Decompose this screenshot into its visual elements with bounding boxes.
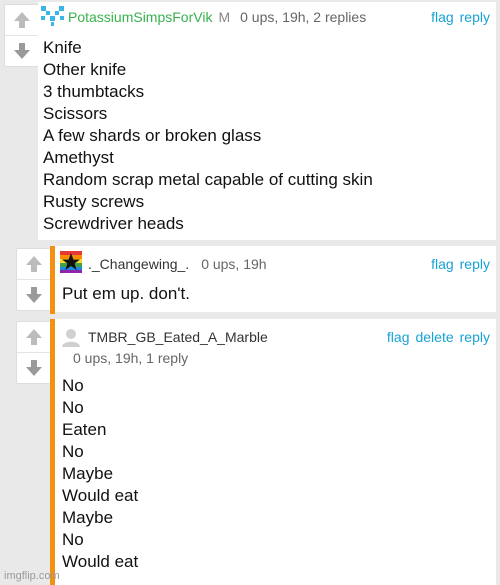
- downvote-button[interactable]: [17, 279, 51, 310]
- flag-link[interactable]: flag: [431, 256, 454, 272]
- comment-line: No: [62, 376, 84, 395]
- comment-line: A few shards or broken glass: [43, 126, 262, 145]
- comment-line: 3 thumbtacks: [43, 82, 145, 101]
- comment-line: No: [62, 530, 84, 549]
- default-avatar-icon: [62, 329, 80, 347]
- downvote-button[interactable]: [5, 35, 39, 66]
- up-arrow-icon: [14, 12, 30, 28]
- comment-line: Maybe: [62, 508, 114, 527]
- comment-meta: 0 ups, 19h, 1 reply: [73, 350, 189, 366]
- up-arrow-icon: [26, 256, 42, 272]
- comment-line: Random scrap metal capable of cutting sk…: [43, 170, 373, 189]
- comment-text: No No Eaten No Maybe Would eat Maybe No …: [62, 375, 138, 573]
- comment-line: Maybe: [62, 464, 114, 483]
- comment-text: Knife Other knife 3 thumbtacks Scissors …: [43, 37, 373, 235]
- reply-link[interactable]: reply: [460, 256, 490, 272]
- comment-2: ._Changewing_. 0 ups, 19h flag reply Put e…: [0, 246, 500, 314]
- mod-badge: M: [218, 9, 231, 25]
- comment-line: Amethyst: [43, 148, 114, 167]
- user-avatar-icon: [41, 6, 64, 26]
- comment-line: Eaten: [62, 420, 107, 439]
- user-avatar-icon: [60, 251, 82, 273]
- comment-body: PotassiumSimpsForVik M 0 ups, 19h, 2 repli…: [38, 2, 496, 240]
- comment-line: Screwdriver heads: [43, 214, 184, 233]
- down-arrow-icon: [14, 43, 30, 59]
- downvote-button[interactable]: [17, 352, 51, 383]
- comment-line: Knife: [43, 38, 82, 57]
- comment-line: Scissors: [43, 104, 108, 123]
- upvote-button[interactable]: [5, 5, 39, 35]
- comment-line: Other knife: [43, 60, 127, 79]
- down-arrow-icon: [26, 360, 42, 376]
- imgflip-watermark: imgflip.com: [4, 570, 60, 582]
- comment-line: Would eat: [62, 486, 139, 505]
- reply-link[interactable]: reply: [460, 329, 490, 345]
- up-arrow-icon: [26, 329, 42, 345]
- vote-box: [16, 321, 52, 384]
- comment-3: TMBR_GB_Eated_A_Marble 0 ups, 19h, 1 rep…: [0, 319, 500, 585]
- reply-link[interactable]: reply: [460, 9, 490, 25]
- comment-line: No: [62, 442, 84, 461]
- comment-body: TMBR_GB_Eated_A_Marble 0 ups, 19h, 1 rep…: [55, 319, 496, 585]
- delete-link[interactable]: delete: [415, 329, 453, 345]
- flag-link[interactable]: flag: [431, 9, 454, 25]
- comment-line: Would eat: [62, 552, 139, 571]
- username[interactable]: ._Changewing_.: [88, 256, 189, 272]
- comment-meta: 0 ups, 19h, 2 replies: [240, 9, 367, 25]
- vote-box: [16, 248, 52, 311]
- upvote-button[interactable]: [17, 249, 51, 279]
- username[interactable]: PotassiumSimpsForVik: [68, 9, 212, 25]
- down-arrow-icon: [26, 287, 42, 303]
- username[interactable]: TMBR_GB_Eated_A_Marble: [88, 329, 268, 345]
- comment-1: PotassiumSimpsForVik M 0 ups, 19h, 2 repli…: [0, 0, 500, 242]
- comment-line: Rusty screws: [43, 192, 145, 211]
- flag-link[interactable]: flag: [387, 329, 410, 345]
- upvote-button[interactable]: [17, 322, 51, 352]
- comment-line: Put em up. don't.: [62, 284, 190, 303]
- comment-line: No: [62, 398, 84, 417]
- vote-box: [4, 4, 40, 67]
- comment-body: ._Changewing_. 0 ups, 19h flag reply Put e…: [55, 246, 496, 312]
- comment-text: Put em up. don't.: [62, 283, 190, 305]
- comment-meta: 0 ups, 19h: [201, 256, 267, 272]
